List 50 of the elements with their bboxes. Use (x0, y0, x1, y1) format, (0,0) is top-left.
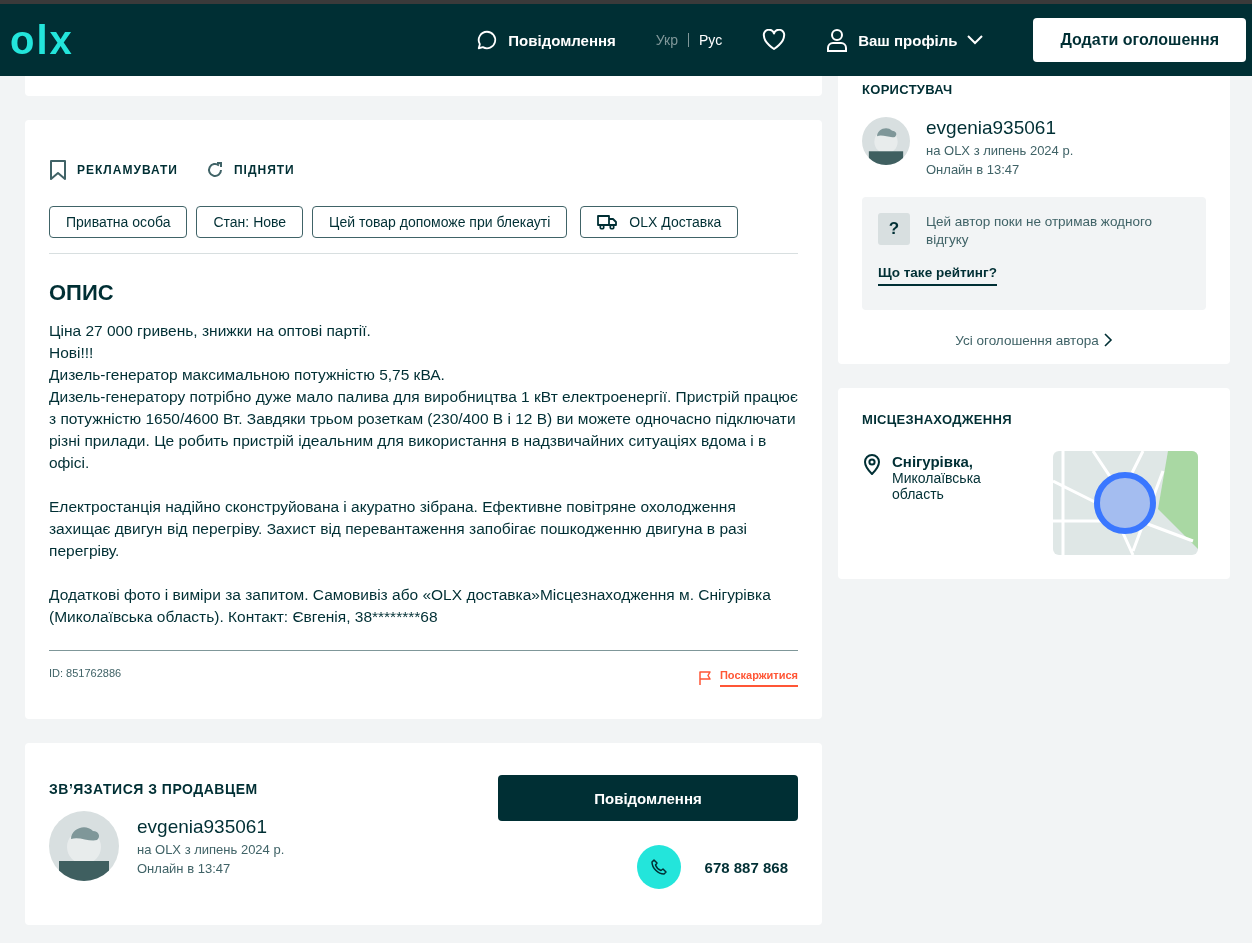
message-button[interactable]: Повідомлення (498, 775, 798, 821)
location-heading: МІСЦЕЗНАХОДЖЕННЯ (862, 412, 1013, 427)
phone-number[interactable]: 678 887 868 (704, 858, 788, 876)
rating-link[interactable]: Що таке рейтинг? (878, 265, 997, 286)
online-status: Онлайн в 13:47 (137, 861, 232, 876)
contact-heading: ЗВ’ЯЗАТИСЯ З ПРОДАВЦЕМ (49, 781, 259, 797)
chevron-right-icon (1102, 332, 1113, 348)
description-text: Ціна 27 000 гривень, знижки на оптові партії. (49, 321, 372, 341)
rating-text: Цей автор поки не отримав жодного відгуку (926, 213, 1154, 249)
heart-icon[interactable] (762, 29, 787, 51)
chat-bubble-icon (476, 29, 499, 51)
description-text: Електростанція надійно сконструйована і акуратно зібрана. Ефективне повітряне охолодження захищає двигун від перегріву. Захист від перевантаження запобігає пошкодженню двигуна в разі перегріву. (49, 497, 749, 561)
description-text: Дизель-генератор максимальною потужністю 5,75 кВА. (49, 365, 446, 385)
listing-id: ID: 851762886 (49, 667, 122, 681)
description-text: Нові!!! (49, 343, 95, 363)
location-pin-icon (862, 453, 882, 475)
tag-chip: Цей товар допоможе при блекауті (312, 206, 568, 238)
person-icon (826, 28, 849, 52)
olx-logo[interactable]: olx (10, 20, 74, 60)
flag-icon (697, 670, 712, 686)
phone-icon (649, 858, 668, 876)
member-since: на OLX з липень 2024 р. (137, 842, 285, 857)
city-name: Снігурівка, (892, 453, 975, 470)
description-heading: ОПИС (49, 280, 115, 306)
all-ads-link[interactable]: Усі оголошення автора (862, 332, 1206, 348)
tag-chip: OLX Доставка (580, 206, 739, 238)
messages-link[interactable]: Повідомлення (476, 29, 616, 51)
action-link[interactable]: РЕКЛАМУВАТИ (49, 160, 178, 180)
region-name: Миколаївська область (892, 470, 982, 502)
username: evgenia935061 (137, 816, 268, 838)
avatar-silhouette-icon (862, 117, 910, 165)
language-link[interactable]: Рус (698, 32, 723, 48)
username: evgenia935061 (926, 117, 1057, 139)
description-text: Додаткові фото і виміри за запитом. Самовивіз або «OLX доставка»Місцезнаходження м. Снігурівка (Миколаївська область). Контакт: Євгенія, 38********68 (49, 585, 772, 627)
profile-menu[interactable]: Ваш профіль (826, 28, 984, 52)
tag-chip: Стан: Нове (196, 206, 304, 238)
description-text: Дизель-генератору потрібно дуже мало палива для виробництва 1 кВт електроенергії. Пристрій працює з потужністю 1650/4600 Вт. Завдяки трьом розеткам (230/400 В і 12 В) ви можете одночасно підключати різні прилади. Це робить пристрій ідеальним для використання в надзвичайних ситуаціях вдома і в офісі. (49, 387, 798, 473)
bookmark-icon (49, 160, 67, 180)
add-listing-button[interactable]: Додати оголошення (1033, 18, 1246, 62)
question-mark-icon: ? (878, 213, 910, 245)
truck-icon (597, 214, 618, 230)
phone-button[interactable] (636, 845, 681, 889)
language-link[interactable]: Укр (655, 32, 678, 48)
chevron-down-icon (967, 35, 984, 45)
user-heading: КОРИСТУВАЧ (862, 82, 954, 97)
action-link[interactable]: ПІДНЯТИ (206, 160, 295, 180)
online-status: Онлайн в 13:47 (926, 162, 1021, 177)
tag-chip: Приватна особа (49, 206, 188, 238)
member-since: на OLX з липень 2024 р. (926, 143, 1074, 158)
refresh-icon (206, 161, 224, 179)
